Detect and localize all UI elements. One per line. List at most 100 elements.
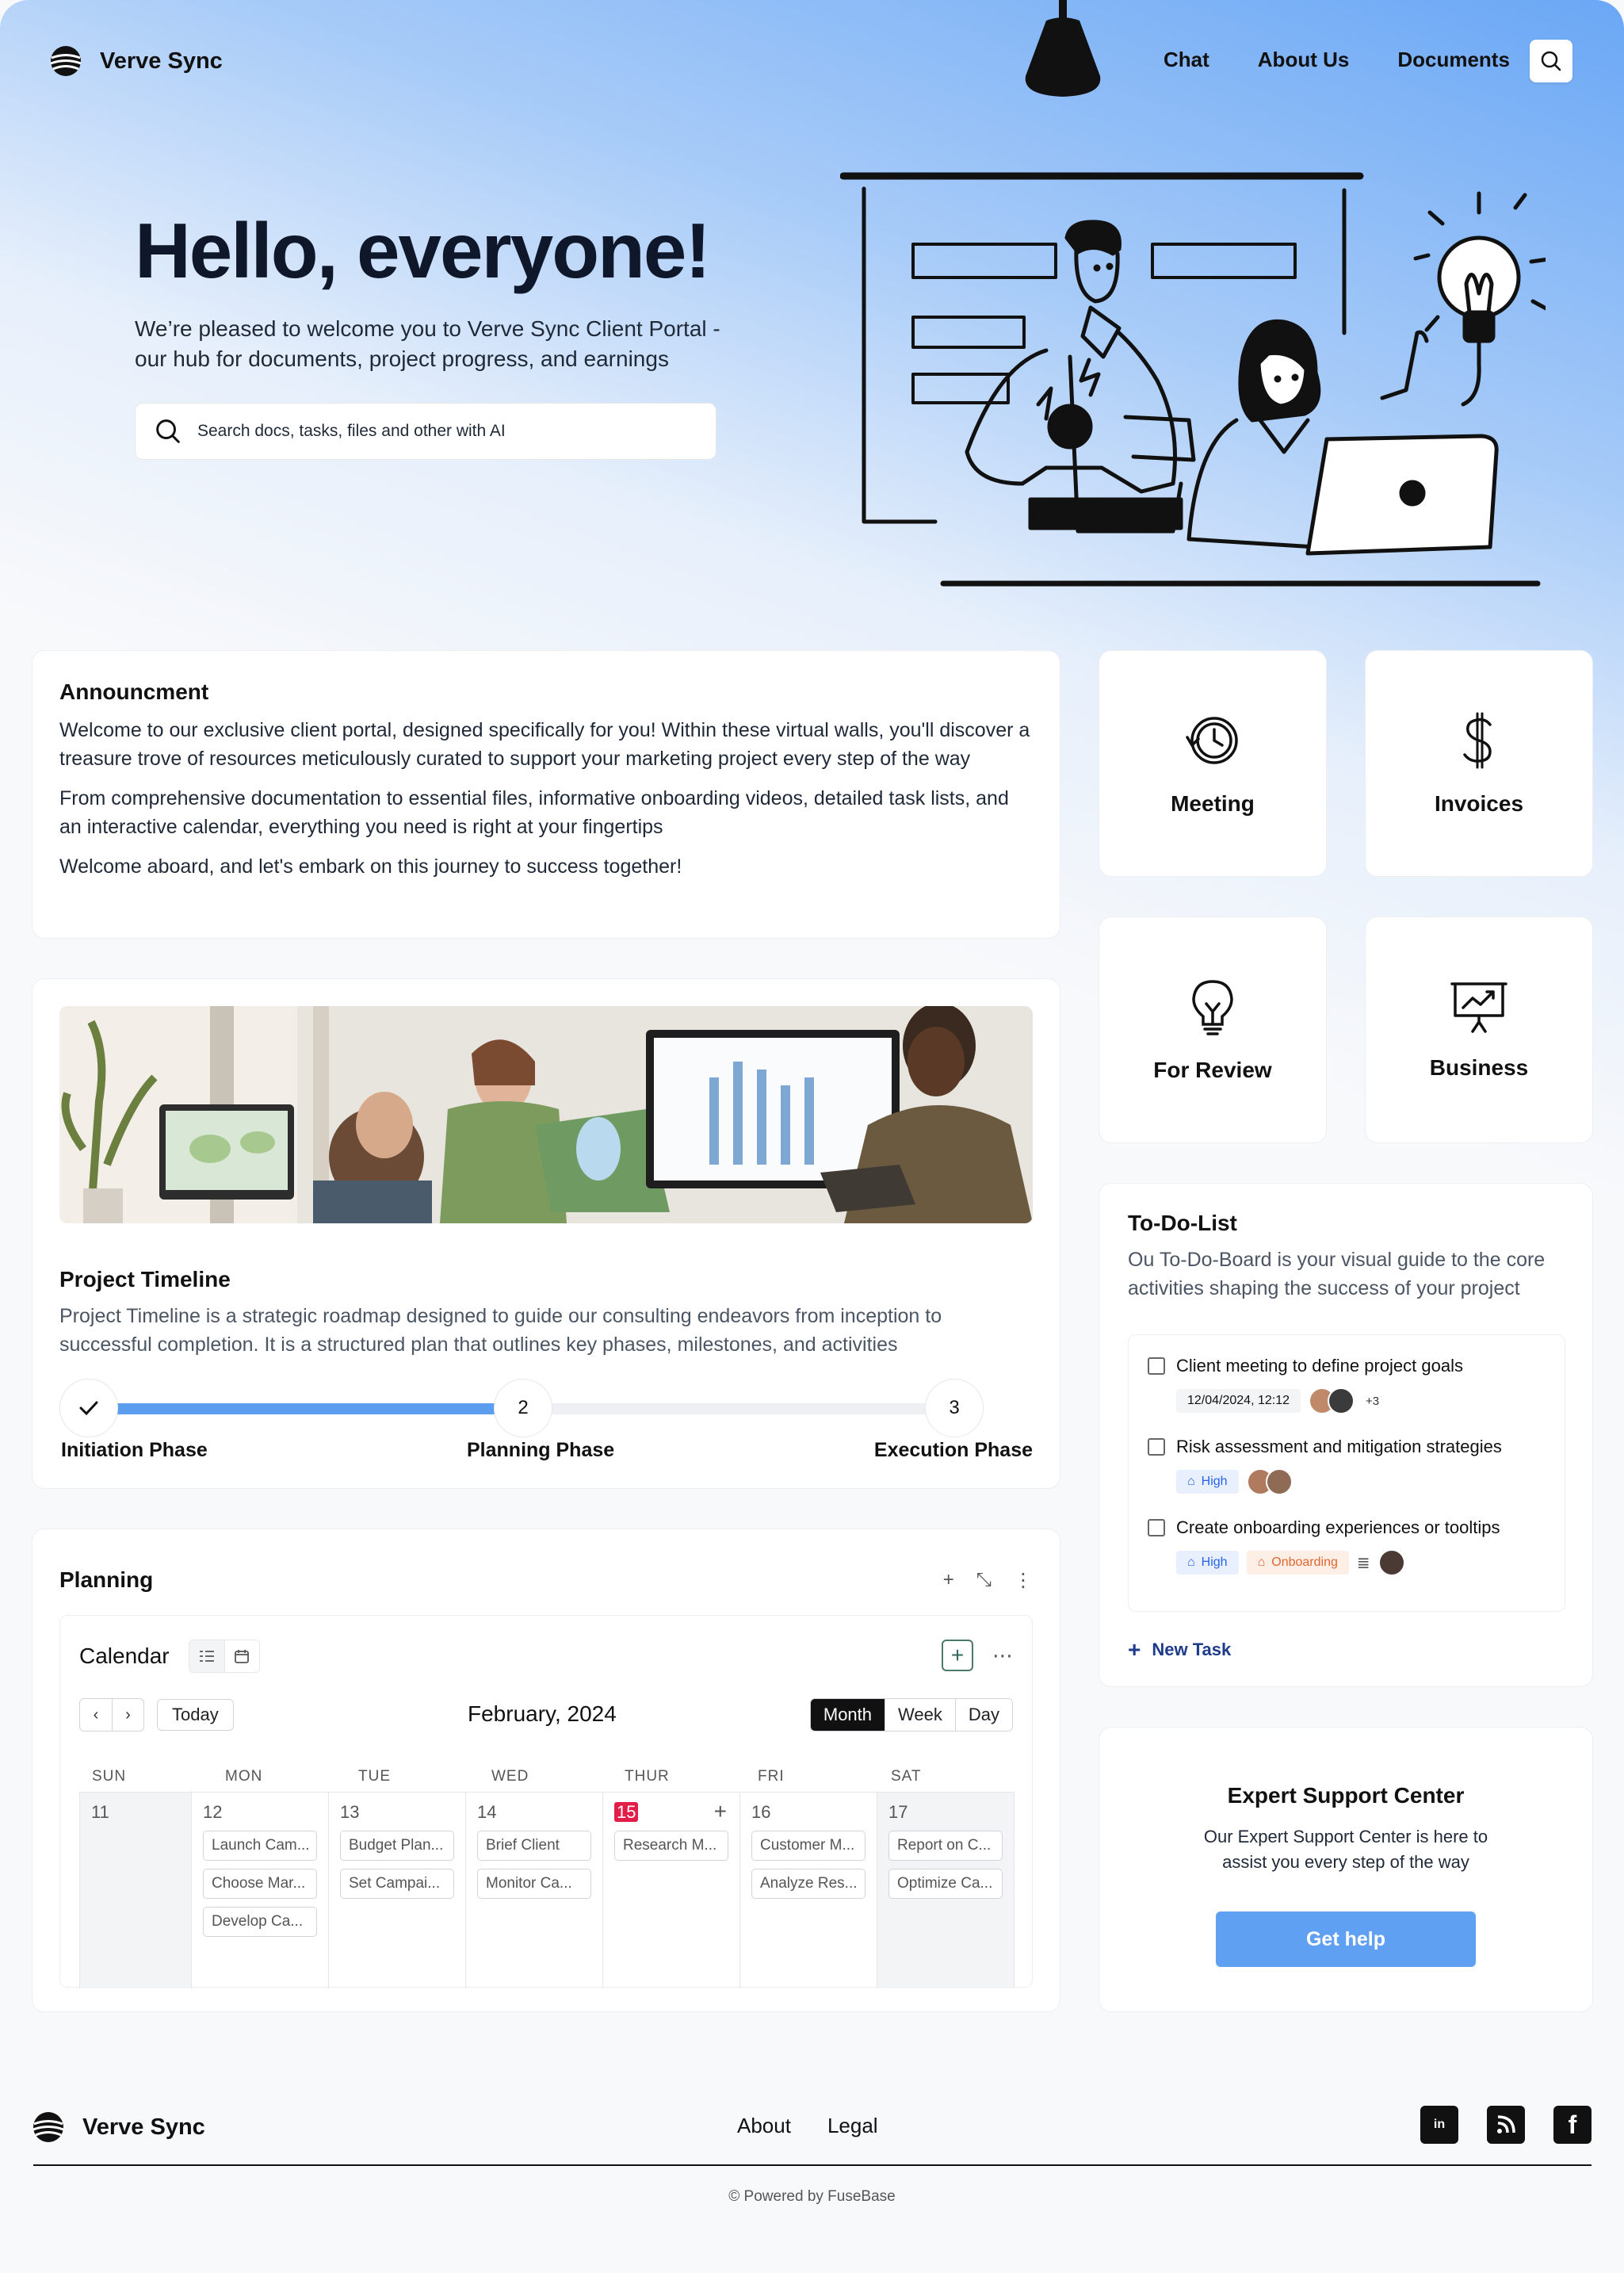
extra-assignees-count: +3 [1366, 1394, 1380, 1408]
logo-icon [50, 46, 82, 76]
task-text: Create onboarding experiences or tooltip… [1176, 1517, 1500, 1537]
announcement-card: Announcment Welcome to our exclusive cli… [32, 650, 1060, 939]
new-task-button[interactable]: + New Task [1128, 1637, 1231, 1663]
calendar-event[interactable]: Research M... [614, 1831, 728, 1861]
portal-page: Verve Sync Chat About Us Documents Hello… [0, 0, 1624, 2273]
task-checkbox[interactable] [1148, 1357, 1165, 1375]
facebook-icon[interactable]: f [1553, 2106, 1592, 2144]
progress-fill [107, 1403, 525, 1414]
step-2[interactable]: 2 [494, 1379, 552, 1437]
calendar-event[interactable]: Report on C... [888, 1831, 1003, 1861]
calendar-event[interactable]: Customer M... [751, 1831, 865, 1861]
calendar-event[interactable]: Optimize Ca... [888, 1869, 1003, 1899]
footer-brand[interactable]: Verve Sync [32, 2110, 205, 2144]
tile-invoices[interactable]: Invoices [1365, 650, 1593, 877]
calendar-event[interactable]: Brief Client [477, 1831, 591, 1861]
calendar-event[interactable]: Set Campai... [340, 1869, 454, 1899]
task-meta: 12/04/2024, 12:12 +3 [1176, 1387, 1463, 1414]
rss-icon[interactable] [1487, 2106, 1525, 2144]
footer-link-about[interactable]: About [737, 2114, 791, 2138]
tile-for-review[interactable]: For Review [1099, 916, 1327, 1143]
calendar-event[interactable]: Analyze Res... [751, 1869, 865, 1899]
support-description: Our Expert Support Center is here to ass… [1203, 1827, 1488, 1872]
step-1-complete[interactable] [59, 1379, 118, 1437]
planning-tools: + ⤡ ⋮ [943, 1569, 1033, 1592]
priority-tag[interactable]: ⌂ High [1176, 1470, 1239, 1494]
view-month[interactable]: Month [810, 1699, 885, 1731]
calendar-event[interactable]: Develop Ca... [203, 1907, 317, 1937]
clock-icon [1186, 717, 1238, 764]
footer-link-legal[interactable]: Legal [827, 2114, 878, 2138]
task-date: 12/04/2024, 12:12 [1176, 1389, 1301, 1413]
calendar-actions: + ⋯ [942, 1640, 1013, 1671]
todo-title: To-Do-List [1128, 1211, 1237, 1235]
view-week[interactable]: Week [885, 1699, 955, 1731]
header-search-button[interactable] [1530, 40, 1572, 82]
day-cell[interactable]: 17 Report on C... Optimize Ca... [877, 1793, 1014, 1988]
task-checkbox[interactable] [1148, 1519, 1165, 1536]
timeline-title: Project Timeline [59, 1267, 231, 1291]
day-number: 17 [888, 1802, 908, 1822]
description-icon: ≣ [1356, 1554, 1370, 1572]
day-cell-today[interactable]: 15 + Research M... [603, 1793, 740, 1988]
add-icon[interactable]: + [943, 1569, 954, 1592]
calendar-grid: 11 12 Launch Cam... Choose Mar... Develo… [79, 1792, 1015, 1988]
priority-label: High [1201, 1475, 1228, 1488]
day-number: 13 [340, 1802, 360, 1822]
priority-tag[interactable]: ⌂ High [1176, 1551, 1239, 1575]
get-help-button[interactable]: Get help [1216, 1911, 1476, 1967]
onboarding-tag[interactable]: ⌂ Onboarding [1246, 1551, 1349, 1575]
tile-meeting[interactable]: Meeting [1099, 650, 1327, 877]
view-day[interactable]: Day [954, 1699, 1012, 1731]
calendar-view-icon[interactable] [224, 1640, 259, 1672]
calendar-header: Calendar [79, 1640, 260, 1673]
todo-item: Risk assessment and mitigation strategie… [1148, 1437, 1546, 1495]
list-view-icon[interactable] [189, 1640, 224, 1672]
more-vertical-icon[interactable]: ⋮ [1014, 1569, 1033, 1592]
calendar-event[interactable]: Budget Plan... [340, 1831, 454, 1861]
avatar [1328, 1387, 1355, 1414]
planning-card: Planning + ⤡ ⋮ Calendar + ⋯ ‹ › Today Fe… [32, 1529, 1060, 2012]
weekday-label: SAT [891, 1768, 922, 1785]
day-cell[interactable]: 16 Customer M... Analyze Res... [740, 1793, 877, 1988]
nav-chat[interactable]: Chat [1164, 48, 1209, 72]
next-month-icon[interactable]: › [112, 1699, 143, 1731]
step-3[interactable]: 3 [925, 1379, 984, 1437]
task-checkbox[interactable] [1148, 1438, 1165, 1456]
assignee-avatars[interactable] [1378, 1549, 1405, 1576]
day-cell[interactable]: 13 Budget Plan... Set Campai... [329, 1793, 466, 1988]
collapse-icon[interactable]: ⤡ [976, 1569, 992, 1592]
linkedin-icon[interactable]: in [1420, 2106, 1458, 2144]
announcement-paragraph: From comprehensive documentation to esse… [59, 787, 1009, 838]
nav-about-us[interactable]: About Us [1258, 48, 1350, 72]
planning-title: Planning [59, 1567, 154, 1592]
weekday-label: SUN [92, 1768, 127, 1785]
planning-header: Planning + ⤡ ⋮ [59, 1567, 1033, 1593]
add-event-icon[interactable]: + [714, 1799, 727, 1824]
calendar-nav: ‹ › Today [79, 1698, 234, 1732]
tile-label: For Review [1153, 1058, 1272, 1082]
day-cell[interactable]: 11 [80, 1793, 192, 1988]
assignee-avatars[interactable] [1246, 1468, 1293, 1495]
calendar-event[interactable]: Launch Cam... [203, 1831, 317, 1861]
more-horizontal-icon[interactable]: ⋯ [992, 1644, 1013, 1668]
support-title: Expert Support Center [1227, 1783, 1465, 1808]
day-cell[interactable]: 12 Launch Cam... Choose Mar... Develop C… [192, 1793, 329, 1988]
day-cell[interactable]: 14 Brief Client Monitor Ca... [466, 1793, 603, 1988]
todo-list: Client meeting to define project goals 1… [1128, 1334, 1565, 1612]
prev-month-icon[interactable]: ‹ [80, 1699, 112, 1731]
calendar-event[interactable]: Choose Mar... [203, 1869, 317, 1899]
today-button[interactable]: Today [157, 1699, 234, 1731]
calendar-event[interactable]: Monitor Ca... [477, 1869, 591, 1899]
add-event-button[interactable]: + [942, 1640, 973, 1671]
day-number: 16 [751, 1802, 771, 1822]
nav-documents[interactable]: Documents [1397, 48, 1510, 72]
ai-search-input[interactable] [197, 422, 689, 441]
calendar-widget: Calendar + ⋯ ‹ › Today February, 2024 Mo… [59, 1615, 1033, 1988]
brand-logo[interactable]: Verve Sync [49, 44, 223, 78]
assignee-avatars[interactable] [1309, 1387, 1355, 1414]
ai-search-bar[interactable] [135, 403, 716, 460]
tile-business[interactable]: Business [1365, 916, 1593, 1143]
view-switcher: Month Week Day [809, 1698, 1013, 1732]
phase-planning: Planning Phase [467, 1439, 615, 1461]
